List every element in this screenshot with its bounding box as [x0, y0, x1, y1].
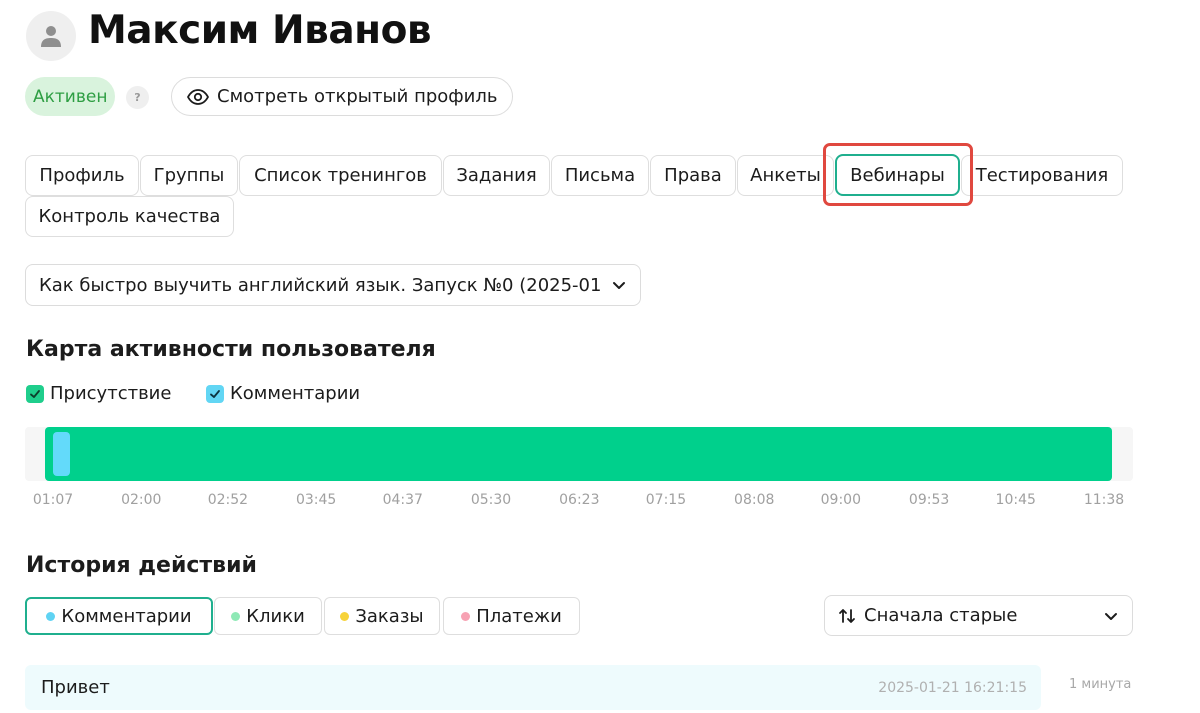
filter-clicks-label: Клики	[246, 605, 305, 627]
orders-dot-icon	[340, 611, 350, 621]
tab-letters[interactable]: Письма	[551, 155, 649, 196]
time-tick-label: 11:38	[1083, 492, 1125, 508]
presence-checkbox[interactable]	[26, 384, 44, 403]
webinar-select-value: Как быстро выучить английский язык. Запу…	[39, 274, 602, 296]
comments-dot-icon	[46, 611, 56, 621]
tab-profile[interactable]: Профиль	[25, 155, 139, 196]
clicks-dot-icon	[231, 611, 241, 621]
help-icon[interactable]: ?	[126, 86, 149, 109]
tab-webinars[interactable]: Вебинары	[835, 154, 960, 196]
legend-presence[interactable]: Присутствие	[26, 383, 171, 404]
chevron-down-icon	[613, 282, 625, 289]
time-tick-label: 01:07	[32, 492, 74, 508]
tab-quality-control[interactable]: Контроль качества	[25, 196, 234, 237]
sort-arrows-icon	[839, 608, 855, 623]
legend-presence-label: Присутствие	[50, 383, 172, 404]
activity-map-title: Карта активности пользователя	[26, 337, 436, 362]
history-entry-text: Привет	[41, 677, 110, 698]
time-tick-label: 02:52	[207, 492, 249, 508]
legend-comments-label: Комментарии	[230, 383, 361, 404]
time-tick-label: 04:37	[382, 492, 423, 508]
history-title: История действий	[26, 553, 257, 578]
time-tick-label: 06:23	[559, 492, 600, 508]
tab-rights[interactable]: Права	[650, 155, 736, 196]
time-tick-label: 05:30	[470, 492, 512, 508]
eye-icon	[187, 88, 209, 105]
payments-dot-icon	[461, 611, 471, 621]
history-entry: Привет 2025-01-21 16:21:15	[25, 665, 1041, 710]
comments-checkbox[interactable]	[206, 384, 224, 403]
time-tick-label: 09:00	[820, 492, 862, 508]
time-tick-label: 10:45	[995, 492, 1036, 508]
filter-comments-label: Комментарии	[61, 605, 192, 627]
time-tick-label: 07:15	[645, 492, 687, 508]
view-public-profile-label: Смотреть открытый профиль	[217, 86, 498, 107]
filter-orders-label: Заказы	[355, 605, 424, 627]
time-tick-label: 09:53	[908, 492, 950, 508]
page-title: Максим Иванов	[88, 8, 432, 53]
time-tick-label: 02:00	[121, 492, 162, 508]
filter-comments[interactable]: Комментарии	[25, 597, 213, 635]
tab-testing[interactable]: Тестирования	[961, 155, 1123, 196]
chevron-down-icon	[1105, 613, 1117, 620]
tab-trainings[interactable]: Список тренингов	[239, 155, 442, 196]
filter-payments[interactable]: Платежи	[443, 597, 580, 635]
webinar-select[interactable]: Как быстро выучить английский язык. Запу…	[25, 264, 641, 306]
tab-surveys[interactable]: Анкеты	[737, 155, 834, 196]
sort-select[interactable]: Сначала старые	[824, 595, 1133, 636]
checkmark-icon	[210, 389, 220, 398]
filter-clicks[interactable]: Клики	[214, 597, 322, 635]
tab-tasks[interactable]: Задания	[443, 155, 550, 196]
checkmark-icon	[30, 389, 40, 398]
filter-orders[interactable]: Заказы	[324, 597, 440, 635]
legend-comments[interactable]: Комментарии	[206, 383, 360, 404]
view-public-profile-button[interactable]: Смотреть открытый профиль	[171, 77, 513, 116]
presence-interval-bar	[45, 427, 1112, 481]
comment-marker[interactable]	[53, 432, 70, 476]
time-tick-label: 03:45	[295, 492, 337, 508]
tab-groups[interactable]: Группы	[140, 155, 238, 196]
history-entry-datetime: 2025-01-21 16:21:15	[878, 680, 1027, 696]
history-entry-duration: 1 минута	[1069, 677, 1132, 692]
filter-payments-label: Платежи	[476, 605, 562, 627]
sort-select-value: Сначала старые	[864, 605, 1018, 626]
user-silhouette-icon	[41, 26, 61, 47]
avatar	[26, 11, 76, 61]
status-badge: Активен	[25, 77, 116, 116]
time-tick-label: 08:08	[734, 492, 775, 508]
